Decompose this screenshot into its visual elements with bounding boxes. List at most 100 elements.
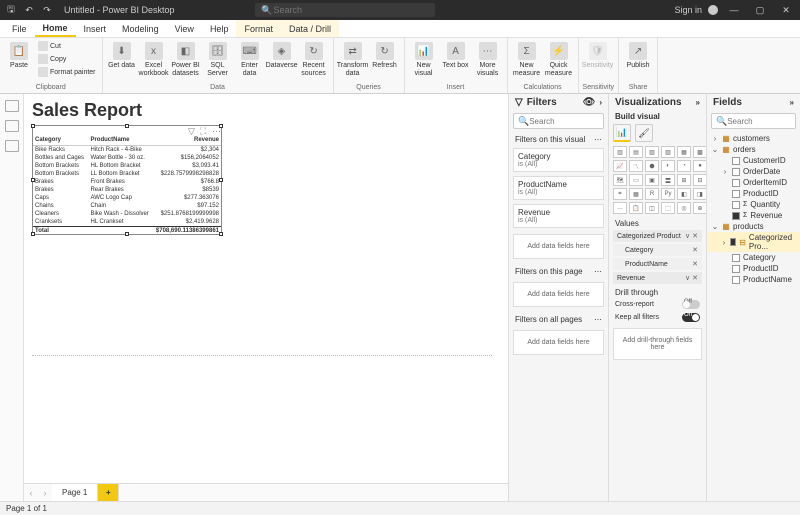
checkbox-icon[interactable] <box>732 212 740 220</box>
tab-view[interactable]: View <box>167 20 202 37</box>
new-measure-button[interactable]: ΣNew measure <box>512 40 542 77</box>
viz-type-button[interactable]: 〓 <box>661 174 675 186</box>
page-tab-1[interactable]: Page 1 <box>52 484 98 501</box>
viz-type-button[interactable]: 🗺 <box>613 174 627 186</box>
quick-measure-button[interactable]: ⚡Quick measure <box>544 40 574 77</box>
viz-type-button[interactable]: ⊕ <box>693 202 707 214</box>
viz-type-button[interactable]: ▭ <box>629 174 643 186</box>
table-customers[interactable]: ›▦customers <box>707 133 800 144</box>
viz-type-button[interactable]: ▦ <box>677 146 691 158</box>
titlebar-search-input[interactable] <box>273 5 428 15</box>
refresh-button[interactable]: ↻Refresh <box>370 40 400 70</box>
filter-card-category[interactable]: Categoryis (All) <box>513 148 604 172</box>
filters-all-dropzone[interactable]: Add data fields here <box>513 330 604 355</box>
table-row[interactable]: Bottom BracketsHL Bottom Bracket$3,093.4… <box>32 162 222 170</box>
tab-data-drill[interactable]: Data / Drill <box>281 20 339 37</box>
close-icon[interactable]: ✕ <box>776 2 796 18</box>
viz-type-button[interactable]: ⬚ <box>661 202 675 214</box>
viz-type-button[interactable]: ◫ <box>645 202 659 214</box>
checkbox-icon[interactable] <box>732 190 740 198</box>
drill-dropzone[interactable]: Add drill-through fields here <box>613 328 702 360</box>
viz-type-button[interactable]: ◧ <box>677 188 691 200</box>
viz-type-button[interactable]: ⊟ <box>693 174 707 186</box>
page-next[interactable]: › <box>38 484 52 501</box>
viz-type-button[interactable]: ▤ <box>629 146 643 158</box>
viz-type-button[interactable]: ▨ <box>661 146 675 158</box>
more-visuals-button[interactable]: ⋯More visuals <box>473 40 503 77</box>
well-category[interactable]: Category✕ <box>613 244 702 256</box>
page-prev[interactable]: ‹ <box>24 484 38 501</box>
excel-button[interactable]: xExcel workbook <box>139 40 169 77</box>
redo-icon[interactable]: ↷ <box>40 3 54 17</box>
table-row[interactable]: BrakesRear Brakes$8539 <box>32 186 222 194</box>
field-orderdate[interactable]: ›OrderDate <box>707 166 800 177</box>
data-view-icon[interactable] <box>5 120 19 132</box>
text-box-button[interactable]: AText box <box>441 40 471 70</box>
col-product[interactable]: ProductName <box>87 135 152 146</box>
focus-icon[interactable]: ⛶ <box>200 126 208 134</box>
minimize-icon[interactable]: — <box>724 2 744 18</box>
viz-type-button[interactable]: R <box>645 188 659 200</box>
table-row[interactable]: Bike RacksHitch Rack - 4-Bike$2,304 <box>32 146 222 155</box>
report-view-icon[interactable] <box>5 100 19 112</box>
pbi-datasets-button[interactable]: ◧Power BI datasets <box>171 40 201 77</box>
table-orders[interactable]: ⌄▦orders <box>707 144 800 155</box>
filter-card-productname[interactable]: ProductNameis (All) <box>513 176 604 200</box>
col-category[interactable]: Category <box>32 135 87 146</box>
filters-visual-dropzone[interactable]: Add data fields here <box>513 234 604 259</box>
viz-type-button[interactable]: ◨ <box>693 188 707 200</box>
field-categorizedpro[interactable]: ›⊟Categorized Pro... <box>707 232 800 252</box>
checkbox-icon[interactable] <box>732 265 740 273</box>
field-productname[interactable]: ProductName <box>707 274 800 285</box>
checkbox-icon[interactable] <box>732 276 740 284</box>
viz-type-button[interactable]: ◐ <box>661 160 675 172</box>
viz-type-button[interactable]: ▥ <box>613 146 627 158</box>
filter-card-revenue[interactable]: Revenueis (All) <box>513 204 604 228</box>
field-productid[interactable]: ProductID <box>707 263 800 274</box>
viz-type-button[interactable]: 📈 <box>613 160 627 172</box>
copy-button[interactable]: Copy <box>36 53 98 65</box>
field-quantity[interactable]: ΣQuantity <box>707 199 800 210</box>
field-orderitemid[interactable]: OrderItemID <box>707 177 800 188</box>
paste-button[interactable]: 📋Paste <box>4 40 34 70</box>
filter-icon[interactable]: ▽ <box>188 126 196 134</box>
collapse-icon[interactable]: » <box>790 98 794 107</box>
viz-type-button[interactable]: ▧ <box>645 146 659 158</box>
publish-button[interactable]: ↗Publish <box>623 40 653 70</box>
tab-modeling[interactable]: Modeling <box>114 20 167 37</box>
viz-type-button[interactable]: ◔ <box>677 160 691 172</box>
fields-search[interactable]: 🔍 <box>711 113 796 129</box>
field-customerid[interactable]: CustomerID <box>707 155 800 166</box>
filters-page-dropzone[interactable]: Add data fields here <box>513 282 604 307</box>
field-revenue[interactable]: ΣRevenue <box>707 210 800 221</box>
new-visual-button[interactable]: 📊New visual <box>409 40 439 77</box>
table-row[interactable]: Bottles and CagesWater Bottle - 30 oz.$1… <box>32 154 222 162</box>
tab-insert[interactable]: Insert <box>76 20 115 37</box>
format-tab-icon[interactable]: 🖌 <box>635 124 653 142</box>
more-icon[interactable]: ⋯ <box>212 126 220 134</box>
well-hierarchy[interactable]: Categorized Product∨✕ <box>613 230 702 242</box>
viz-type-button[interactable]: ▦ <box>629 188 643 200</box>
more-icon[interactable]: ⋯ <box>594 135 602 144</box>
table-row[interactable]: Bottom BracketsLL Bottom Bracket$228.757… <box>32 170 222 178</box>
sensitivity-button[interactable]: 🛡Sensitivity <box>583 40 613 70</box>
viz-type-button[interactable]: ⊞ <box>677 174 691 186</box>
viz-type-button[interactable]: ● <box>693 160 707 172</box>
transform-data-button[interactable]: ⇄Transform data <box>338 40 368 77</box>
tab-file[interactable]: File <box>4 20 35 37</box>
viz-type-button[interactable]: 〽 <box>629 160 643 172</box>
more-icon[interactable]: ⋯ <box>594 267 602 276</box>
table-row[interactable]: ChainsChain$97.152 <box>32 202 222 210</box>
dataverse-button[interactable]: ◈Dataverse <box>267 40 297 70</box>
table-row[interactable]: CapsAWC Logo Cap$277.363076 <box>32 194 222 202</box>
checkbox-icon[interactable] <box>732 168 740 176</box>
cut-button[interactable]: Cut <box>36 40 98 52</box>
well-productname[interactable]: ProductName✕ <box>613 258 702 270</box>
tab-home[interactable]: Home <box>35 20 76 37</box>
get-data-button[interactable]: ⬇Get data <box>107 40 137 70</box>
table-visual[interactable]: ▽ ⛶ ⋯ Category ProductName Revenue Bike … <box>32 125 222 235</box>
field-category[interactable]: Category <box>707 252 800 263</box>
field-productid[interactable]: ProductID <box>707 188 800 199</box>
collapse-icon[interactable]: › <box>599 98 602 107</box>
table-row[interactable]: CranksetsHL Crankset$2,419.9628 <box>32 218 222 227</box>
